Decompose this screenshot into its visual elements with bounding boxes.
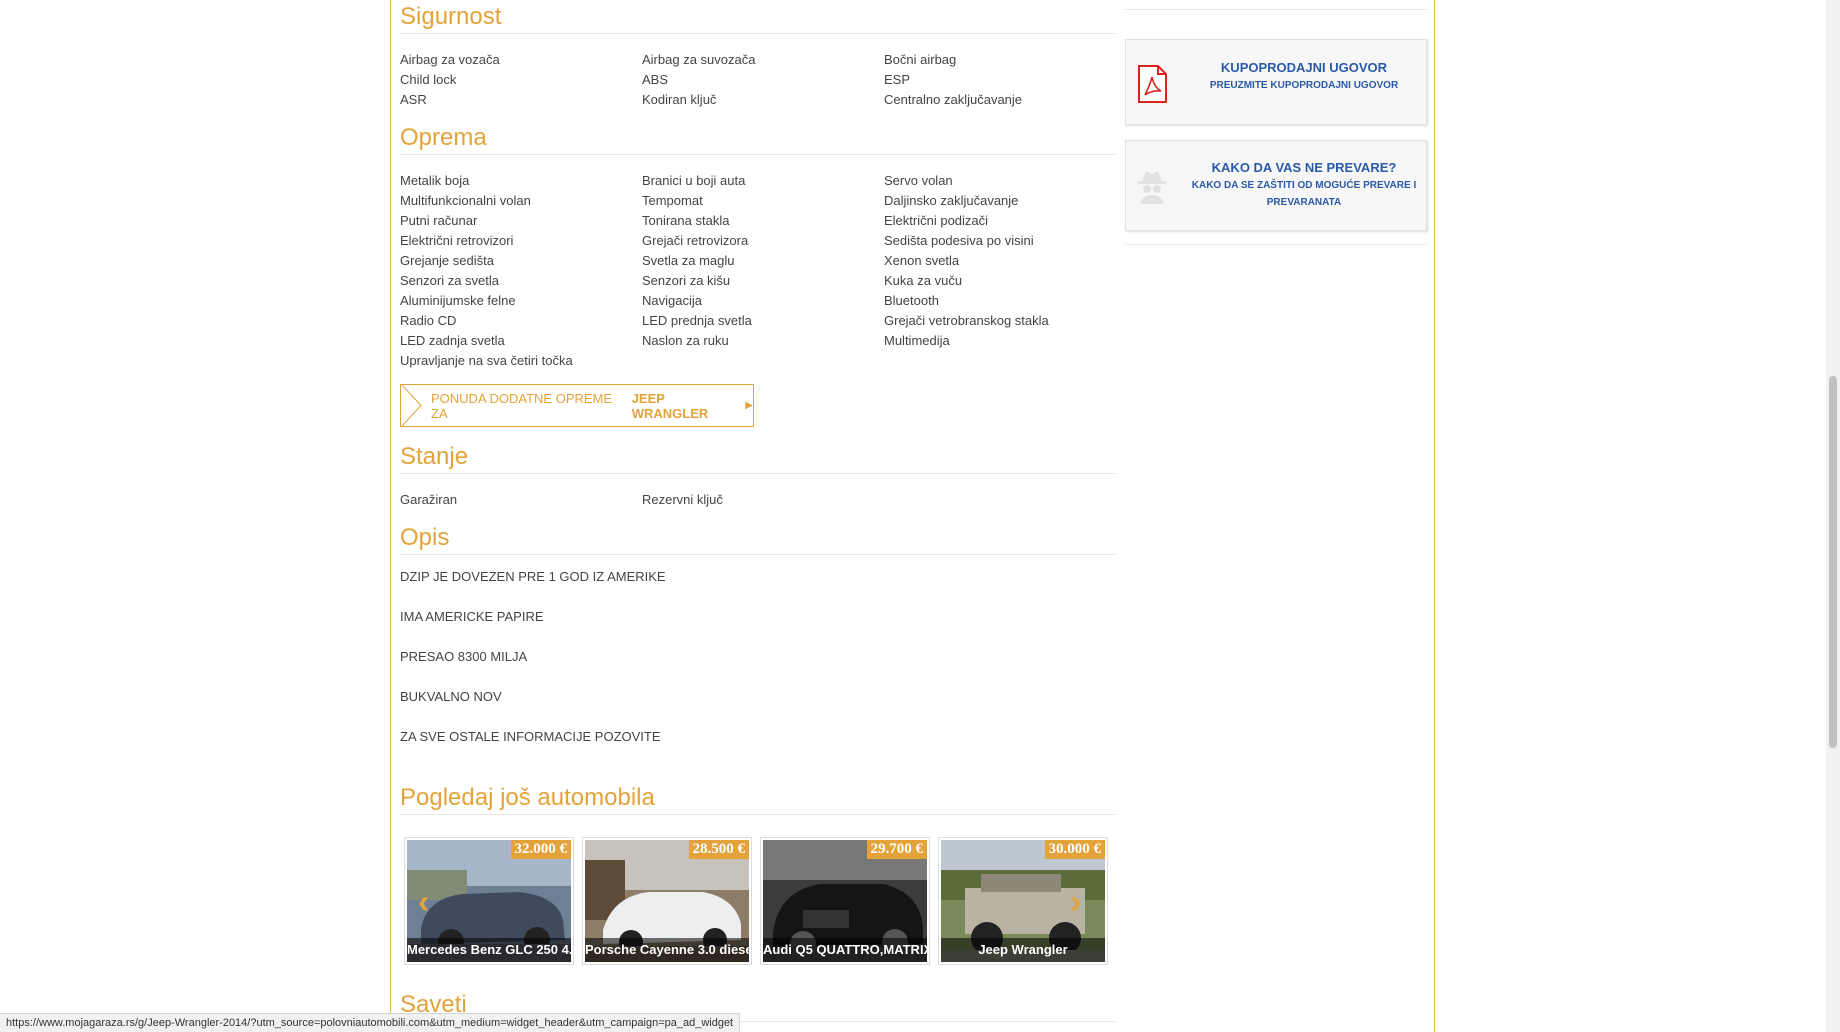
feature-item: Senzori za svetla (400, 273, 499, 288)
car-name: Mercedes Benz GLC 250 4.. (407, 938, 571, 962)
carousel-next-icon[interactable]: › (1070, 885, 1094, 919)
car-price: 30.000 € (1044, 840, 1105, 859)
contract-title: KUPOPRODAJNI UGOVOR (1220, 60, 1388, 75)
fraud-subtitle: KAKO DA SE ZAŠTITI OD MOGUĆE PREVARE I P… (1191, 180, 1417, 208)
description-line: BUKVALNO NOV (400, 689, 502, 704)
section-title-sigurnost: Sigurnost (400, 0, 1116, 34)
feature-item: Radio CD (400, 313, 457, 328)
description-line: PRESAO 8300 MILJA (400, 649, 528, 664)
caret-right-icon: ▶ (745, 400, 753, 411)
divider (1125, 9, 1427, 10)
feature-item: Xenon svetla (884, 253, 960, 268)
description-line: IMA AMERICKE PAPIRE (400, 609, 544, 624)
scrollbar-thumb[interactable] (1829, 376, 1837, 748)
features-grid-sigurnost: Airbag za vozača Airbag za suvozača Bočni … (400, 34, 1116, 110)
description-line: ZA SVE OSTALE INFORMACIJE POZOVITE (400, 729, 661, 744)
page-scrollbar[interactable] (1826, 0, 1840, 1032)
feature-item: Kodiran ključ (642, 92, 717, 107)
feature-item: Električni podizači (884, 213, 989, 228)
feature-item: Tempomat (642, 193, 703, 208)
section-more-cars: Pogledaj još automobila 32.000 € Mercede… (400, 781, 1116, 965)
feature-item: ASR (400, 92, 427, 107)
section-stanje: Stanje Garažiran Rezervni ključ (400, 440, 1116, 510)
feature-item: Metalik boja (400, 173, 470, 188)
features-grid-oprema: Metalik boja Branici u boji auta Servo vol… (400, 155, 1116, 371)
car-name: Jeep Wrangler (941, 938, 1105, 962)
feature-item: Bočni airbag (884, 52, 957, 67)
feature-item: Multimedija (884, 333, 950, 348)
car-carousel: 32.000 € Mercedes Benz GLC 250 4.. 28.50… (404, 837, 1116, 967)
car-price: 29.700 € (866, 840, 927, 859)
feature-item: Airbag za suvozača (642, 52, 756, 67)
features-grid-stanje: Garažiran Rezervni ključ (400, 474, 1116, 510)
car-name: Audi Q5 QUATTRO,MATRIX (763, 938, 927, 962)
feature-item: Bluetooth (884, 293, 939, 308)
feature-item: Branici u boji auta (642, 173, 746, 188)
fraud-title: KAKO DA VAS NE PREVARE? (1211, 160, 1397, 175)
feature-item: Grejači vetrobranskog stakla (884, 313, 1049, 328)
feature-item: Električni retrovizori (400, 233, 514, 248)
fraud-warning-box[interactable]: KAKO DA VAS NE PREVARE? KAKO DA SE ZAŠTI… (1125, 140, 1427, 231)
carousel-prev-icon[interactable]: ‹ (418, 885, 442, 919)
description-line: DZIP JE DOVEZEN PRE 1 GOD IZ AMERIKE (400, 569, 666, 584)
feature-item: Svetla za maglu (642, 253, 735, 268)
feature-item: Airbag za vozača (400, 52, 500, 67)
car-card[interactable]: 28.500 € Porsche Cayenne 3.0 diesel (582, 837, 752, 965)
section-oprema: Oprema Metalik boja Branici u boji auta Se… (400, 121, 1116, 371)
feature-item: Multifunkcionalni volan (400, 193, 531, 208)
section-title-stanje: Stanje (400, 440, 1116, 474)
feature-item: Upravljanje na sva četiri točka (400, 353, 573, 368)
car-price: 28.500 € (688, 840, 749, 859)
section-title-oprema: Oprema (400, 121, 1116, 155)
contract-download-box[interactable]: KUPOPRODAJNI UGOVOR PREUZMITE KUPOPRODAJ… (1125, 39, 1427, 125)
description-text: DZIP JE DOVEZEN PRE 1 GOD IZ AMERIKE IMA … (400, 555, 1116, 767)
car-price: 32.000 € (510, 840, 571, 859)
divider (1125, 244, 1427, 245)
offer-prefix: PONUDA DODATNE OPREME ZA (431, 390, 613, 421)
extra-equipment-offer-button[interactable]: PONUDA DODATNE OPREME ZA JEEP WRANGLER ▶ (400, 384, 754, 427)
feature-item: ESP (884, 72, 911, 87)
feature-item: Senzori za kišu (642, 273, 731, 288)
contract-subtitle: PREUZMITE KUPOPRODAJNI UGOVOR (1209, 80, 1399, 91)
feature-item: Putni računar (400, 213, 478, 228)
feature-item: Grejači retrovizora (642, 233, 749, 248)
feature-item: Sedišta podesiva po visini (884, 233, 1034, 248)
pdf-file-icon (1138, 65, 1167, 103)
feature-item: Navigacija (642, 293, 702, 308)
car-name: Porsche Cayenne 3.0 diesel (585, 938, 749, 962)
feature-item: Aluminijumske felne (400, 293, 516, 308)
feature-item: Rezervni ključ (642, 492, 723, 507)
feature-item: Daljinsko zaključavanje (884, 193, 1019, 208)
car-card[interactable]: 29.700 € Audi Q5 QUATTRO,MATRIX (760, 837, 930, 965)
spy-icon (1138, 171, 1166, 204)
offer-model: JEEP WRANGLER (631, 390, 709, 421)
feature-item: Servo volan (884, 173, 953, 188)
feature-item: LED prednja svetla (642, 313, 752, 328)
feature-item: Centralno zaključavanje (884, 92, 1023, 107)
chevron-right-outline-icon (401, 385, 422, 426)
section-title-more-cars: Pogledaj još automobila (400, 781, 1116, 815)
feature-item: LED zadnja svetla (400, 333, 505, 348)
section-sigurnost: Sigurnost Airbag za vozača Airbag za suvo… (400, 0, 1116, 110)
status-bar-url: https://www.mojagaraza.rs/g/Jeep-Wrangle… (0, 1013, 741, 1032)
feature-item: Child lock (400, 72, 457, 87)
feature-item: ABS (642, 72, 669, 87)
feature-item: Garažiran (400, 492, 458, 507)
feature-item: Naslon za ruku (642, 333, 729, 348)
section-opis: Opis DZIP JE DOVEZEN PRE 1 GOD IZ AMERIK… (400, 521, 1116, 767)
section-title-opis: Opis (400, 521, 1116, 555)
feature-item: Grejanje sedišta (400, 253, 494, 268)
feature-item: Kuka za vuču (884, 273, 963, 288)
feature-item: Tonirana stakla (642, 213, 730, 228)
